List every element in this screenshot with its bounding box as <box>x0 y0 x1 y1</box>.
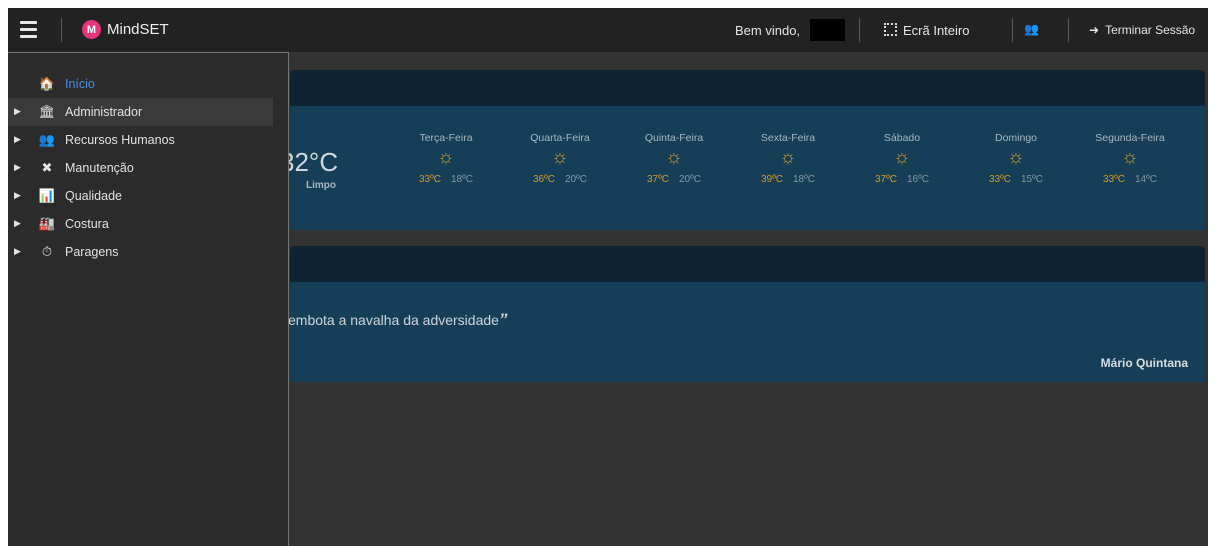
forecast-max-temp: 37ºC <box>647 174 669 185</box>
fullscreen-icon <box>884 23 897 36</box>
weather-description: Limpo <box>306 180 336 191</box>
sidebar-item-label: Início <box>65 77 95 91</box>
sidebar-item-inicio[interactable]: 🏠 Início <box>8 70 273 98</box>
sun-icon: ☼ <box>893 147 911 168</box>
forecast-min-temp: 15ºC <box>1021 174 1043 185</box>
expand-arrow-icon: ▶ <box>14 218 21 228</box>
top-navbar: M MindSET Bem vindo, Ecrã Inteiro 👥 ➜ Ter… <box>8 8 1208 52</box>
forecast-max-temp: 33ºC <box>1103 174 1125 185</box>
forecast-temps: 36ºC 20ºC <box>515 174 605 185</box>
forecast-day: Quarta-Feira ☼ 36ºC 20ºC <box>515 132 605 185</box>
username-redacted <box>810 19 845 41</box>
expand-arrow-icon: ▶ <box>14 162 21 172</box>
expand-arrow-icon: ▶ <box>14 190 21 200</box>
factory-icon: 🏭 <box>38 216 56 231</box>
forecast-day: Quinta-Feira ☼ 37ºC 20ºC <box>629 132 719 185</box>
forecast-temps: 33ºC 15ºC <box>971 174 1061 185</box>
home-icon: 🏠 <box>38 76 56 91</box>
users-icon: 👥 <box>1024 22 1039 36</box>
divider <box>1012 18 1013 42</box>
forecast-temps: 37ºC 20ºC <box>629 174 719 185</box>
sidebar-item-label: Paragens <box>65 245 119 259</box>
sidebar-item-costura[interactable]: ▶ 🏭 Costura <box>8 210 273 238</box>
fullscreen-label: Ecrã Inteiro <box>903 23 970 38</box>
sidebar-item-label: Qualidade <box>65 189 122 203</box>
bank-icon: 🏛 <box>38 104 56 119</box>
menu-toggle-icon[interactable] <box>20 21 37 38</box>
sidebar-item-qualidade[interactable]: ▶ 📊 Qualidade <box>8 182 273 210</box>
weather-card-header <box>290 70 1205 106</box>
sun-icon: ☼ <box>437 147 455 168</box>
sun-icon: ☼ <box>779 147 797 168</box>
users-icon: 👥 <box>38 132 56 147</box>
forecast-day: Sexta-Feira ☼ 39ºC 18ºC <box>743 132 833 185</box>
sidebar-item-paragens[interactable]: ▶ ⏱ Paragens <box>8 238 273 266</box>
divider <box>61 18 62 42</box>
forecast-day: Terça-Feira ☼ 33ºC 18ºC <box>401 132 491 185</box>
forecast-day-name: Sábado <box>883 132 921 144</box>
expand-arrow-icon: ▶ <box>14 106 21 116</box>
forecast-min-temp: 20ºC <box>565 174 587 185</box>
forecast-temps: 37ºC 16ºC <box>857 174 947 185</box>
sidebar-item-recursos-humanos[interactable]: ▶ 👥 Recursos Humanos <box>8 126 273 154</box>
forecast-min-temp: 16ºC <box>907 174 929 185</box>
app-window: M MindSET Bem vindo, Ecrã Inteiro 👥 ➜ Ter… <box>8 8 1208 546</box>
sidebar-item-label: Administrador <box>65 105 143 119</box>
stopwatch-icon: ⏱ <box>41 244 53 259</box>
logout-label: Terminar Sessão <box>1105 23 1196 37</box>
forecast-max-temp: 37ºC <box>875 174 897 185</box>
forecast-max-temp: 33ºC <box>419 174 441 185</box>
forecast-day-name: Terça-Feira <box>419 132 473 144</box>
sidebar-item-label: Manutenção <box>65 161 134 175</box>
fullscreen-button[interactable]: Ecrã Inteiro <box>884 23 969 38</box>
divider <box>859 18 860 42</box>
forecast-temps: 33ºC 14ºC <box>1085 174 1175 185</box>
quote-card-header <box>290 246 1205 282</box>
sidebar-item-administrador[interactable]: ▶ 🏛 Administrador <box>8 98 273 126</box>
sun-icon: ☼ <box>551 147 569 168</box>
sidebar-item-manutencao[interactable]: ▶ ✖ Manutenção <box>8 154 273 182</box>
forecast-day-name: Sexta-Feira <box>760 132 816 144</box>
sidebar-menu: 🏠 Início ▶ 🏛 Administrador ▶ 👥 Recursos … <box>8 52 289 546</box>
forecast-min-temp: 14ºC <box>1135 174 1157 185</box>
forecast-max-temp: 39ºC <box>761 174 783 185</box>
quote-text: embota a navalha da adversidade” <box>288 310 507 330</box>
forecast-max-temp: 33ºC <box>989 174 1011 185</box>
sidebar-item-label: Recursos Humanos <box>65 133 175 147</box>
forecast-temps: 39ºC 18ºC <box>743 174 833 185</box>
sun-icon: ☼ <box>665 147 683 168</box>
brand-name[interactable]: MindSET <box>107 21 169 38</box>
forecast-day-name: Quinta-Feira <box>644 132 704 144</box>
forecast-min-temp: 18ºC <box>793 174 815 185</box>
tools-icon: ✖ <box>41 160 53 175</box>
expand-arrow-icon: ▶ <box>14 134 21 144</box>
sidebar-item-label: Costura <box>65 217 109 231</box>
quote-card-body <box>290 282 1205 382</box>
users-button[interactable]: 👥 <box>1024 22 1039 36</box>
welcome-text: Bem vindo, <box>735 23 801 38</box>
brand-logo[interactable]: M <box>82 20 101 39</box>
sun-icon: ☼ <box>1007 147 1025 168</box>
logout-icon: ➜ <box>1089 23 1100 37</box>
logout-button[interactable]: ➜ Terminar Sessão <box>1089 23 1195 37</box>
expand-arrow-icon: ▶ <box>14 246 21 256</box>
forecast-day: Sábado ☼ 37ºC 16ºC <box>857 132 947 185</box>
forecast-day: Domingo ☼ 33ºC 15ºC <box>971 132 1061 185</box>
forecast-temps: 33ºC 18ºC <box>401 174 491 185</box>
forecast-day-name: Quarta-Feira <box>530 132 590 144</box>
quote-body: embota a navalha da adversidade <box>288 312 499 328</box>
forecast-day: Segunda-Feira ☼ 33ºC 14ºC <box>1085 132 1175 185</box>
forecast-day-name: Segunda-Feira <box>1095 132 1165 144</box>
chart-icon: 📊 <box>38 188 56 203</box>
forecast-min-temp: 18ºC <box>451 174 473 185</box>
forecast-max-temp: 36ºC <box>533 174 555 185</box>
divider <box>1068 18 1069 42</box>
quote-close-mark: ” <box>498 310 508 329</box>
forecast-day-name: Domingo <box>994 132 1038 144</box>
forecast-min-temp: 20ºC <box>679 174 701 185</box>
sun-icon: ☼ <box>1121 147 1139 168</box>
quote-author: Mário Quintana <box>1100 356 1188 370</box>
